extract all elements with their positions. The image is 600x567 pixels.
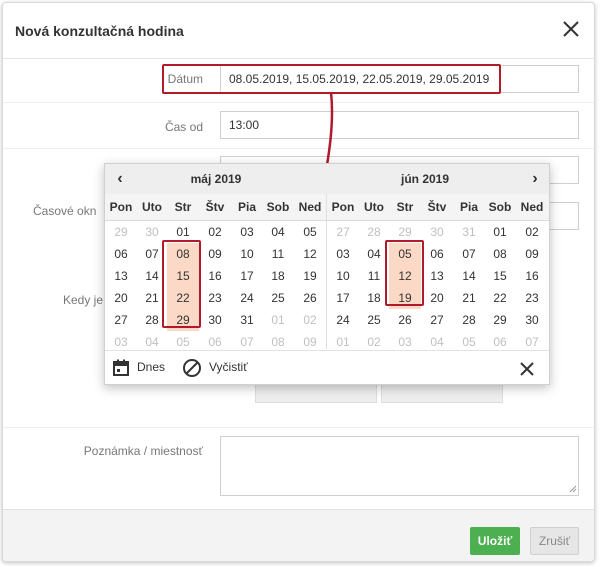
weekday-header-left: Str: [174, 200, 192, 214]
calendar-day-left[interactable]: 11: [262, 243, 294, 265]
calendar-icon[interactable]: [112, 359, 130, 377]
dialog-header: Nová konzultačná hodina: [3, 3, 594, 59]
calendar-day-left[interactable]: 24: [231, 287, 263, 309]
selection-highlight-right: [385, 240, 424, 306]
calendar-day-left[interactable]: 09: [199, 243, 231, 265]
calendar-day-left[interactable]: 04: [262, 221, 294, 243]
calendar-day-left[interactable]: 05: [294, 221, 326, 243]
calendar-day-right[interactable]: 08: [484, 243, 516, 265]
calendar-day-right[interactable]: 10: [327, 265, 359, 287]
calendar-day-right[interactable]: 03: [327, 243, 359, 265]
weekday-header-right: Ned: [520, 200, 544, 214]
month-divider: [326, 194, 327, 349]
row-divider: [3, 427, 594, 428]
calendar-day-right[interactable]: 14: [453, 265, 485, 287]
calendar-day-left[interactable]: 20: [105, 287, 137, 309]
weekday-header-right: Pon: [331, 200, 355, 214]
calendar-day-left[interactable]: 13: [105, 265, 137, 287]
calendar-day-left[interactable]: 25: [262, 287, 294, 309]
note-textarea[interactable]: [220, 436, 579, 496]
calendar-day-left[interactable]: 12: [294, 243, 326, 265]
weekday-header-left: Štv: [205, 200, 225, 214]
calendar-day-left[interactable]: 19: [294, 265, 326, 287]
today-button[interactable]: Dnes: [137, 360, 165, 374]
calendar-day-right[interactable]: 30: [516, 309, 548, 331]
calendar-footer: Dnes Vyčistiť: [105, 350, 549, 387]
weekday-header-left: Pia: [237, 200, 256, 214]
chevron-right-icon[interactable]: ›: [523, 167, 547, 191]
calendar-header: ‹ máj 2019 jún 2019 ›: [105, 164, 549, 195]
calendar-day-left[interactable]: 16: [199, 265, 231, 287]
dialog-title: Nová konzultačná hodina: [15, 23, 184, 39]
calendar-day-left[interactable]: 17: [231, 265, 263, 287]
calendar-day-right[interactable]: 15: [484, 265, 516, 287]
calendar-day-left[interactable]: 02: [294, 309, 326, 331]
calendar-day-right[interactable]: 13: [421, 265, 453, 287]
resize-handle-icon[interactable]: [569, 485, 577, 493]
calendar-day-right[interactable]: 06: [421, 243, 453, 265]
calendar-day-right[interactable]: 17: [327, 287, 359, 309]
save-button[interactable]: Uložiť: [470, 527, 520, 555]
clear-button[interactable]: Vyčistiť: [209, 360, 248, 374]
close-icon[interactable]: [519, 361, 535, 377]
calendar-day-right[interactable]: 22: [484, 287, 516, 309]
calendar-day-right[interactable]: 28: [453, 309, 485, 331]
calendar-day-left[interactable]: 03: [231, 221, 263, 243]
calendar-day-right[interactable]: 24: [327, 309, 359, 331]
calendar-day-left[interactable]: 29: [105, 221, 137, 243]
calendar-day-right[interactable]: 25: [358, 309, 390, 331]
calendar-day-right[interactable]: 21: [453, 287, 485, 309]
month-title-left: máj 2019: [190, 172, 242, 186]
calendar-day-left[interactable]: 18: [262, 265, 294, 287]
weekday-header-right: Sob: [488, 200, 512, 214]
selection-highlight-left: [162, 240, 201, 328]
calendar-day-right[interactable]: 01: [484, 221, 516, 243]
month-title-right: jún 2019: [400, 172, 450, 186]
calendar-day-left[interactable]: 06: [105, 243, 137, 265]
calendar-day-left[interactable]: 26: [294, 287, 326, 309]
calendar-day-left[interactable]: 30: [199, 309, 231, 331]
calendar-day-right[interactable]: 23: [516, 287, 548, 309]
calendar-day-right[interactable]: 27: [327, 221, 359, 243]
weekday-header-right: Str: [396, 200, 414, 214]
weekday-header-right: Pia: [459, 200, 478, 214]
calendar-day-right[interactable]: 31: [453, 221, 485, 243]
weekday-header-left: Sob: [266, 200, 290, 214]
row-divider: [3, 102, 594, 103]
calendar-day-right[interactable]: 09: [516, 243, 548, 265]
weekday-header-right: Štv: [427, 200, 447, 214]
clear-icon[interactable]: [182, 358, 202, 378]
calendar-day-left[interactable]: 31: [231, 309, 263, 331]
calendar-day-right[interactable]: 26: [389, 309, 421, 331]
weekday-header-right: Uto: [364, 200, 384, 214]
calendar-day-left[interactable]: 02: [199, 221, 231, 243]
close-icon[interactable]: [559, 17, 583, 41]
weekday-header-row: Pon Uto Str Štv Pia Sob Ned Pon Uto Str Štv Pia Sob N…: [105, 194, 549, 221]
calendar-day-left[interactable]: 23: [199, 287, 231, 309]
calendar-day-right[interactable]: 20: [421, 287, 453, 309]
note-label: Poznámka / miestnosť: [83, 444, 203, 458]
weekday-header-left: Uto: [142, 200, 162, 214]
calendar-day-right[interactable]: 30: [421, 221, 453, 243]
time-from-label: Čas od: [164, 120, 203, 134]
row-divider: [3, 148, 594, 149]
calendar-day-right[interactable]: 16: [516, 265, 548, 287]
calendar-day-left[interactable]: 27: [105, 309, 137, 331]
calendar-day-left[interactable]: 01: [262, 309, 294, 331]
cancel-button[interactable]: Zrušiť: [530, 527, 579, 555]
date-picker-popup: ‹ máj 2019 jún 2019 › Pon Uto Str Štv Pia Sob…: [104, 163, 550, 385]
weekday-header-left: Ned: [298, 200, 322, 214]
time-from-input[interactable]: 13:00: [220, 111, 579, 139]
calendar-day-left[interactable]: 10: [231, 243, 263, 265]
calendar-day-right[interactable]: 29: [484, 309, 516, 331]
calendar-day-right[interactable]: 02: [516, 221, 548, 243]
calendar-day-right[interactable]: 27: [421, 309, 453, 331]
weekday-header-left: Pon: [109, 200, 133, 214]
calendar-day-right[interactable]: 07: [453, 243, 485, 265]
